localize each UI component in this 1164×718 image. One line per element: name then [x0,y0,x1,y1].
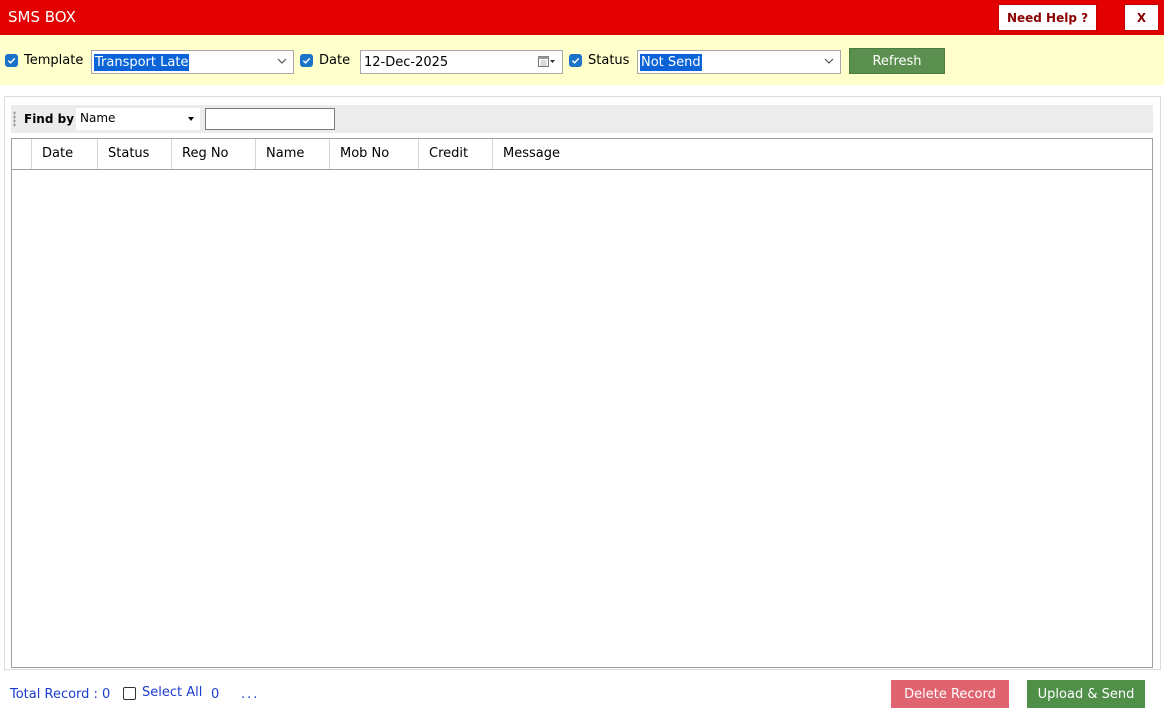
find-toolbar: Find by Name [11,105,1153,133]
find-input[interactable] [205,108,335,130]
calendar-dropdown-icon[interactable] [538,55,556,69]
column-header-date[interactable]: Date [32,139,98,169]
status-label: Status [588,53,630,68]
select-all-label[interactable]: Select All [142,685,202,700]
find-field-value: Name [80,111,116,125]
selected-count: 0 [211,687,220,702]
checkmark-icon [571,57,580,64]
date-checkbox[interactable] [300,54,313,67]
window-title: SMS BOX [8,8,76,26]
title-bar: SMS BOX Need Help ? X [0,0,1164,35]
column-header-status[interactable]: Status [98,139,172,169]
chevron-down-icon [277,58,287,64]
status-selected-value: Not Send [640,54,702,71]
find-field-select[interactable]: Name [76,108,200,130]
template-label: Template [24,53,84,68]
row-selector-header[interactable] [12,139,32,169]
status-checkbox[interactable] [569,54,582,67]
template-selected-value: Transport Late [94,54,190,71]
date-label: Date [319,53,351,68]
progress-dots: ... [241,687,260,702]
template-checkbox[interactable] [5,54,18,67]
column-header-mob-no[interactable]: Mob No [330,139,419,169]
need-help-button[interactable]: Need Help ? [998,4,1097,31]
column-header-reg-no[interactable]: Reg No [172,139,256,169]
refresh-button[interactable]: Refresh [849,48,945,74]
upload-send-button[interactable]: Upload & Send [1027,680,1145,708]
total-record-count: Total Record : 0 [10,687,111,702]
close-button[interactable]: X [1124,4,1159,31]
filter-bar: Template Transport Late Date 12-Dec-2025… [0,35,1164,85]
status-select[interactable]: Not Send [637,50,841,74]
delete-record-button[interactable]: Delete Record [891,680,1009,708]
checkmark-icon [7,57,16,64]
chevron-down-icon [824,58,834,64]
column-header-message[interactable]: Message [493,139,1152,169]
date-value: 12-Dec-2025 [364,55,449,70]
checkmark-icon [302,57,311,64]
column-header-credit[interactable]: Credit [419,139,493,169]
date-picker[interactable]: 12-Dec-2025 [360,50,563,74]
records-grid[interactable]: Date Status Reg No Name Mob No Credit Me… [11,138,1153,668]
column-header-name[interactable]: Name [256,139,330,169]
find-by-label: Find by [24,112,75,126]
select-all-checkbox[interactable] [123,687,136,700]
toolbar-grip-icon[interactable] [13,111,16,127]
template-select[interactable]: Transport Late [91,50,294,74]
dropdown-arrow-icon [188,117,194,121]
grid-header: Date Status Reg No Name Mob No Credit Me… [12,139,1152,170]
